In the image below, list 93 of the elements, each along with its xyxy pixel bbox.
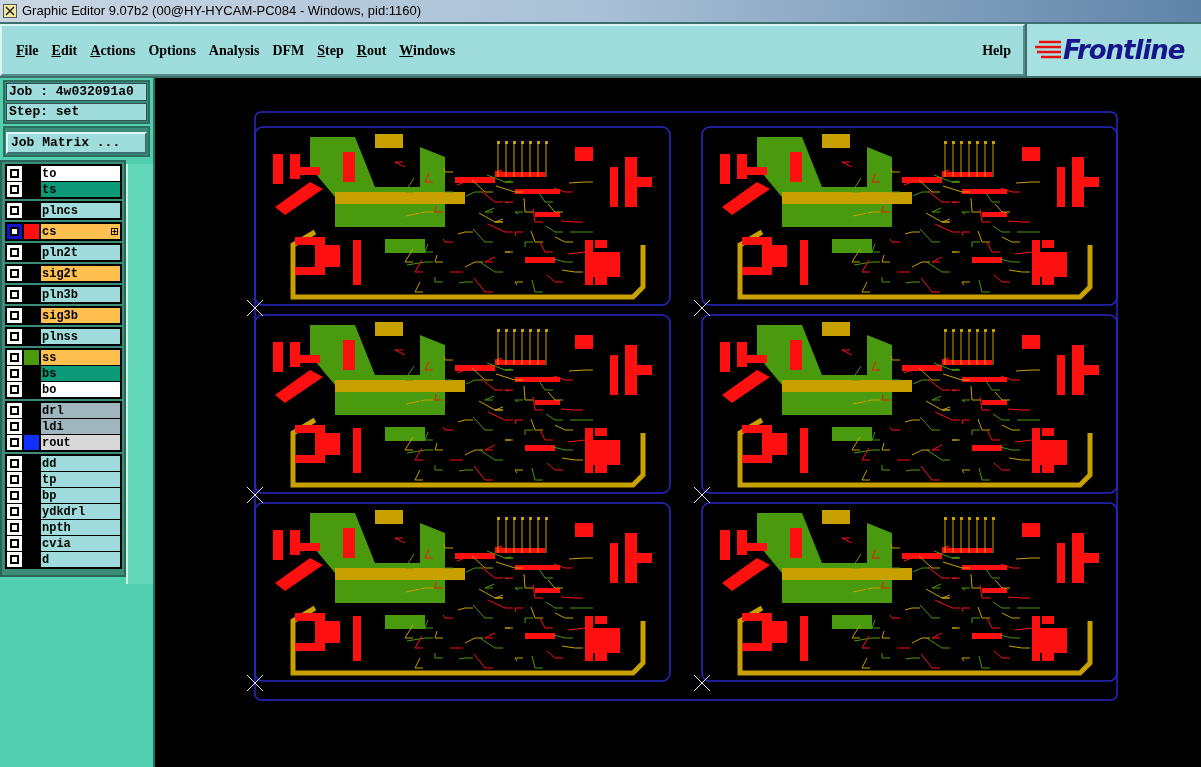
layer-name[interactable]: npth (41, 520, 120, 535)
layer-name[interactable]: cvia (41, 536, 120, 551)
layer-name[interactable]: sig3b (41, 308, 120, 323)
layer-square-button[interactable] (7, 245, 22, 260)
layer-label: ts (42, 183, 57, 196)
logo-text: Frontline (1063, 37, 1185, 63)
layer-name[interactable]: ss (41, 350, 120, 365)
layer-square-button[interactable] (7, 350, 22, 365)
layer-label: rout (42, 436, 71, 449)
layer-name[interactable]: ts (41, 182, 120, 197)
layer-square-button[interactable] (7, 419, 22, 434)
job-matrix-button[interactable]: Job Matrix ... (6, 132, 147, 154)
layer-name[interactable]: ldi (41, 419, 120, 434)
menu-item[interactable]: Actions (90, 39, 136, 61)
layer-label: to (42, 167, 57, 180)
layer-square-button[interactable] (7, 403, 22, 418)
layer-label: cvia (42, 537, 71, 550)
layer-name[interactable]: plnss (41, 329, 120, 344)
step-label: Step: set (6, 103, 147, 121)
layer-square-button[interactable] (7, 266, 22, 281)
layer-name[interactable]: d (41, 552, 120, 567)
layer-name[interactable]: to (41, 166, 120, 181)
fiducial-cross-icon (693, 299, 711, 317)
layer-label: pln3b (42, 288, 78, 301)
menu-item[interactable]: Windows (399, 39, 456, 61)
layer-label: cs (42, 225, 57, 238)
fiducial-cross-icon (693, 674, 711, 692)
layer-label: npth (42, 521, 71, 534)
expand-icon[interactable] (111, 228, 118, 235)
layer-name[interactable]: ydkdrl (41, 504, 120, 519)
layer-name[interactable]: tp (41, 472, 120, 487)
layer-square-button[interactable] (7, 552, 22, 567)
menu-item[interactable]: Step (317, 39, 344, 61)
layer-color-swatch[interactable] (24, 224, 39, 239)
layer-label: drl (42, 404, 64, 417)
layer-name[interactable]: sig2t (41, 266, 120, 281)
layer-label: sig3b (42, 309, 78, 322)
menu-item[interactable]: Analysis (208, 39, 260, 61)
job-label: Job : 4w032091a0 (6, 83, 147, 101)
menu-item[interactable]: Edit (51, 39, 78, 61)
layer-label: pln2t (42, 246, 78, 259)
layer-square-button[interactable] (7, 472, 22, 487)
layer-label: plnss (42, 330, 78, 343)
layer-square-button[interactable] (7, 166, 22, 181)
app-icon (3, 4, 17, 18)
speed-lines-icon (1035, 39, 1061, 61)
layer-label: tp (42, 473, 57, 486)
layer-name[interactable]: drl (41, 403, 120, 418)
layer-square-button[interactable] (7, 224, 22, 239)
menu-item[interactable]: Rout (356, 39, 387, 61)
layer-square-button[interactable] (7, 382, 22, 397)
layer-square-button[interactable] (7, 182, 22, 197)
menu-item[interactable]: DFM (272, 39, 305, 61)
layer-square-button[interactable] (7, 504, 22, 519)
layer-square-button[interactable] (7, 536, 22, 551)
layer-square-button[interactable] (7, 456, 22, 471)
layer-name[interactable]: dd (41, 456, 120, 471)
layer-label: bs (42, 367, 57, 380)
layer-name[interactable]: pln3b (41, 287, 120, 302)
layer-name[interactable]: pln2t (41, 245, 120, 260)
menu-item[interactable]: Options (148, 39, 196, 61)
layer-square-button[interactable] (7, 287, 22, 302)
menu-item[interactable]: File (16, 39, 39, 61)
layer-name[interactable]: bo (41, 382, 120, 397)
fiducial-cross-icon (693, 486, 711, 504)
window-title: Graphic Editor 9.07b2 (00@HY-HYCAM-PC084 - Windows, pid:1160) (22, 2, 422, 21)
layer-square-button[interactable] (7, 308, 22, 323)
layer-square-button[interactable] (7, 366, 22, 381)
layer-color-swatch[interactable] (24, 435, 39, 450)
layer-label: d (42, 553, 50, 566)
layer-square-button[interactable] (7, 488, 22, 503)
layer-name[interactable]: plncs (41, 203, 120, 218)
layer-label: sig2t (42, 267, 78, 280)
layer-square-button[interactable] (7, 329, 22, 344)
layer-name[interactable]: bp (41, 488, 120, 503)
fiducial-cross-icon (246, 486, 264, 504)
layer-square-button[interactable] (7, 520, 22, 535)
layer-name[interactable]: rout (41, 435, 120, 450)
layer-label: ydkdrl (42, 505, 86, 518)
fiducial-cross-icon (246, 299, 264, 317)
layer-label: plncs (42, 204, 78, 217)
layer-square-button[interactable] (7, 203, 22, 218)
layer-label: bp (42, 489, 57, 502)
fiducial-cross-icon (246, 674, 264, 692)
layer-square-button[interactable] (7, 435, 22, 450)
layer-name[interactable]: bs (41, 366, 120, 381)
menu-item[interactable]: Help (982, 39, 1011, 61)
layer-name[interactable]: cs (41, 224, 120, 239)
layer-label: ldi (42, 420, 64, 433)
layer-color-swatch[interactable] (24, 350, 39, 365)
layer-label: dd (42, 457, 57, 470)
layer-label: ss (42, 351, 57, 364)
layer-label: bo (42, 383, 57, 396)
